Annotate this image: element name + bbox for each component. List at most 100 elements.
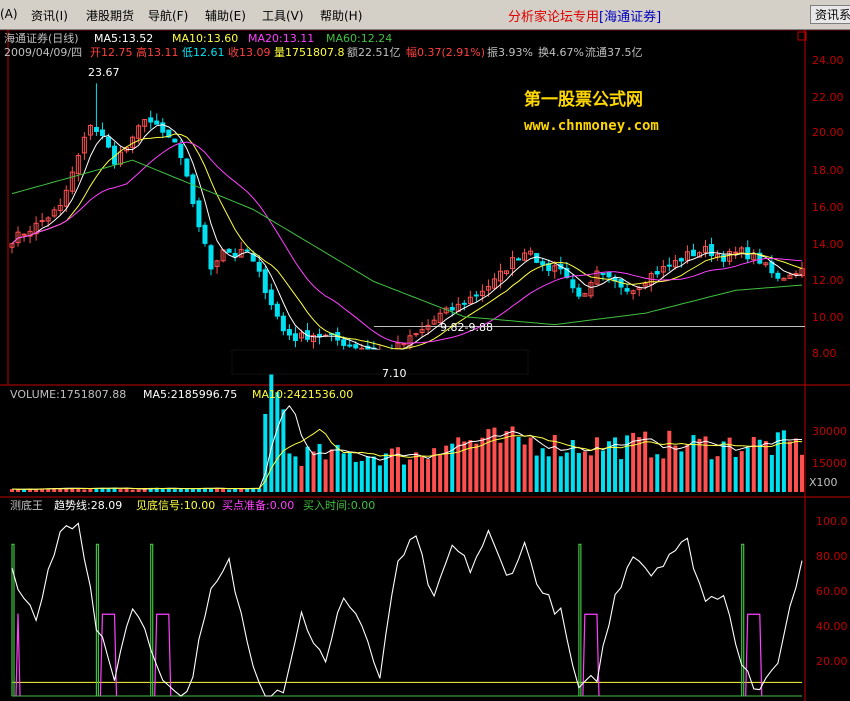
indicator-axis-ticks: 100.0 80.00 60.00 40.00 20.00 [816, 515, 848, 668]
info-system-button[interactable]: 资讯系 [810, 5, 850, 24]
volume-bar [16, 489, 21, 492]
volume-bar [649, 457, 654, 492]
volume-bar [673, 445, 678, 492]
indicator-tick: 80.00 [816, 550, 848, 563]
redaction-box [231, 349, 529, 375]
volume-bar [516, 436, 521, 492]
ma10-label: MA10:13.60 [172, 32, 238, 45]
candle-body [449, 307, 455, 311]
info-change: 幅0.37(2.91%) [406, 46, 485, 59]
price-tick: 14.00 [812, 238, 844, 251]
info-float: 流通37.5亿 [585, 45, 643, 59]
volume-bar [697, 438, 702, 492]
volume-bar [221, 489, 226, 492]
volume-axis-ticks: 30000 15000 [812, 425, 847, 470]
candle-body [654, 271, 660, 275]
candle-body [709, 244, 715, 257]
buy-time-spike [95, 543, 100, 696]
volume-bar [275, 392, 280, 492]
candle-body [733, 251, 739, 254]
volume-ma10-label: MA10:2421536.00 [252, 388, 353, 401]
volume-bar [190, 489, 195, 492]
watermark-title: 第一股票公式网 [524, 89, 643, 110]
candle-body [600, 272, 606, 275]
volume-bar [607, 441, 612, 492]
candle-body [190, 174, 196, 205]
volume-bar [311, 451, 316, 492]
menu-item-info[interactable]: 资讯(I) [31, 7, 68, 24]
volume-bar [414, 452, 419, 492]
candle-body [606, 271, 612, 278]
buy-time-spike [11, 543, 15, 696]
bottom-signal-label: 见底信号:10.00 [136, 498, 215, 512]
volume-bar [136, 489, 141, 492]
indicator-tick: 40.00 [816, 620, 848, 633]
volume-bar [299, 465, 304, 492]
info-close: 收13.09 [228, 45, 271, 59]
volume-bar [353, 461, 358, 492]
buy-prep-step [582, 613, 600, 697]
candle-body [99, 129, 105, 137]
info-volume: 量1751807.8 [274, 46, 345, 59]
menu-item-hk-futures[interactable]: 港股期货 [86, 7, 134, 24]
volume-bar [691, 435, 696, 492]
price-tick: 12.00 [812, 274, 844, 287]
candle-body [208, 245, 214, 270]
candle-body [178, 144, 184, 158]
volume-bar [552, 434, 557, 492]
candle-body [678, 258, 684, 262]
volume-bar [613, 437, 618, 492]
volume-bar [582, 451, 587, 492]
candle-body [39, 220, 45, 223]
candle-body [286, 329, 292, 336]
ma5-line [11, 124, 803, 353]
volume-bar [317, 444, 322, 492]
menu-item-assist[interactable]: 辅助(E) [205, 7, 246, 24]
menu-item-a[interactable]: (A) [0, 7, 18, 21]
volume-bar [371, 456, 376, 492]
candle-body [154, 120, 160, 125]
info-date: 2009/04/09/四 [4, 46, 82, 59]
menu-item-navigate[interactable]: 导航(F) [148, 7, 188, 24]
volume-bar [757, 439, 762, 492]
menu-item-tools[interactable]: 工具(V) [262, 7, 304, 24]
volume-ma5-label: MA5:2185996.75 [143, 388, 237, 401]
volume-bar [588, 455, 593, 492]
buy-prep-step [99, 613, 118, 697]
candle-body [280, 315, 286, 332]
volume-bar [600, 450, 605, 492]
candle-body [21, 233, 27, 236]
min-price-label: 7.10 [382, 367, 407, 380]
price-tick: 16.00 [812, 201, 844, 214]
buy-time-spike [150, 543, 154, 696]
volume-bar [679, 451, 684, 492]
candle-body [461, 302, 467, 305]
ma20-label: MA20:13.11 [248, 32, 314, 45]
candle-body [172, 138, 178, 143]
price-tick: 10.00 [812, 311, 844, 324]
stock-chart[interactable]: 海通证券(日线) MA5:13.52 MA10:13.60 MA20:13.11… [0, 30, 850, 701]
candle-body [105, 136, 111, 148]
volume-bar [82, 489, 87, 492]
volume-bar [172, 489, 177, 492]
candle-body [274, 303, 280, 317]
volume-bar [733, 456, 738, 492]
volume-bar [637, 437, 642, 492]
ma20-line [11, 141, 803, 344]
volume-bar [751, 437, 756, 492]
indicator-tick: 100.0 [816, 515, 848, 528]
volume-bar [377, 465, 382, 492]
info-high: 高13.11 [136, 45, 179, 59]
volume-bar [408, 459, 413, 492]
volume-bar [800, 454, 804, 492]
trend-line [11, 522, 803, 697]
candle-body [516, 258, 522, 261]
volume-bar [227, 489, 232, 492]
candle-body [473, 294, 479, 297]
info-open: 开12.75 [90, 46, 133, 59]
volume-bar [715, 456, 720, 492]
volume-bar [534, 455, 539, 492]
menu-item-help[interactable]: 帮助(H) [320, 7, 362, 24]
volume-bar [365, 456, 370, 492]
candle-body [341, 339, 347, 346]
